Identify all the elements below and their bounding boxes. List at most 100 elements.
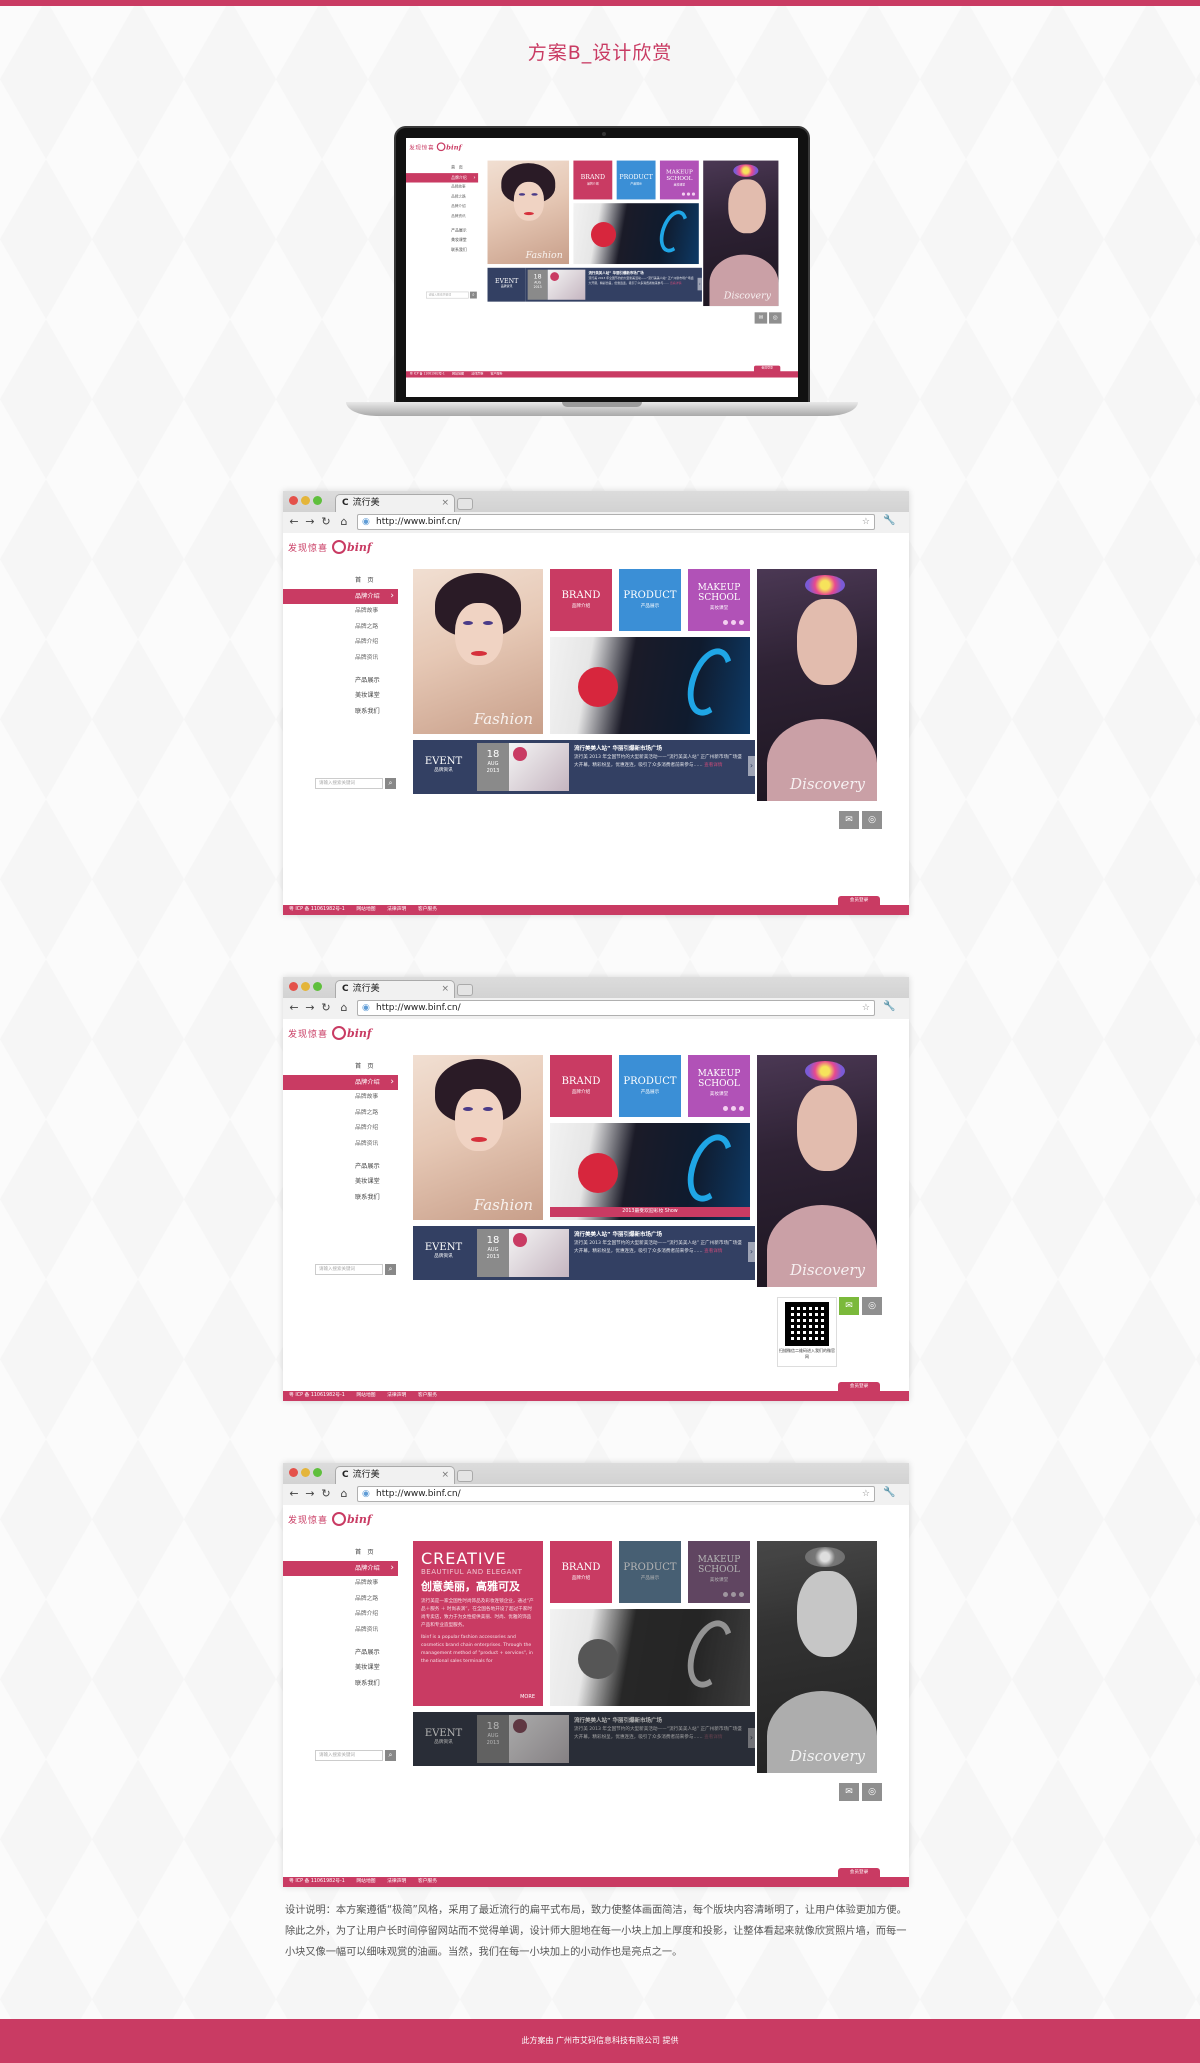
new-tab-button[interactable] (457, 984, 473, 996)
carousel-dots[interactable] (723, 1106, 744, 1111)
weibo-icon[interactable]: ◎ (769, 312, 782, 324)
weibo-icon[interactable]: ◎ (862, 1297, 882, 1315)
reload-icon[interactable]: ↻ (319, 515, 333, 528)
carousel-dots[interactable] (681, 192, 696, 196)
fashion-tile[interactable]: Fashion (413, 569, 543, 734)
back-icon[interactable]: ← (287, 1487, 301, 1500)
carousel-dots[interactable] (723, 1592, 744, 1597)
fashion-tile[interactable]: Fashion (487, 160, 570, 265)
sidebar-item[interactable]: 产品展示 (283, 673, 398, 689)
creative-more-link[interactable]: MORE (520, 1694, 535, 1700)
sidebar-item[interactable]: 品牌之路 (283, 1106, 398, 1122)
sidebar-item[interactable]: 品牌资讯 (283, 1137, 398, 1153)
news-more-link[interactable]: 查看详情 (704, 1735, 722, 1740)
zoom-dot-icon[interactable] (313, 496, 322, 505)
search-input[interactable]: 请输入搜索关键词 (315, 1750, 383, 1761)
forward-icon[interactable]: → (303, 515, 317, 528)
sidebar-item[interactable]: 品牌故事 (283, 1090, 398, 1106)
wrench-icon[interactable]: 🔧 (883, 515, 895, 526)
product-tile[interactable]: PRODUCT 产品展示 (619, 1541, 681, 1603)
sidebar-item[interactable]: 品牌之路 (406, 192, 478, 202)
search-input[interactable]: 请输入搜索关键词 (426, 291, 469, 299)
sidebar-item[interactable]: 联系我们 (283, 1676, 398, 1692)
sidebar-item[interactable]: 联系我们 (283, 704, 398, 720)
sidebar-item[interactable]: 品牌介绍 (283, 1607, 398, 1623)
star-icon[interactable]: ☆ (862, 515, 870, 530)
minimize-dot-icon[interactable] (301, 982, 310, 991)
wechat-icon[interactable]: ✉ (839, 811, 859, 829)
discovery-tile[interactable]: Discovery (757, 1055, 877, 1287)
forward-icon[interactable]: → (303, 1487, 317, 1500)
sidebar-item[interactable]: 品牌故事 (283, 1576, 398, 1592)
news-more-link[interactable]: 查看详情 (670, 282, 682, 285)
sidebar-item[interactable]: 品牌故事 (283, 604, 398, 620)
sidebar-item[interactable]: 首 页 (283, 1059, 398, 1075)
wechat-icon[interactable]: ✉ (839, 1783, 859, 1801)
sidebar-item[interactable]: 品牌介绍 (406, 202, 478, 212)
search-input[interactable]: 请输入搜索关键词 (315, 778, 383, 789)
sidebar-item[interactable]: 产品展示 (283, 1645, 398, 1661)
site-logo[interactable]: 发现惊喜 binf (409, 142, 462, 152)
news-tile[interactable]: 18 AUG 2013 流行美美人站” 华丽引爆新市场广场 流行美 2013 年全国… (474, 740, 755, 794)
browser-tab[interactable]: C 流行美 × (335, 494, 455, 512)
makeup-tile[interactable]: MAKEUP SCHOOL 美妆课堂 (659, 160, 699, 200)
minimize-dot-icon[interactable] (301, 1468, 310, 1477)
discovery-tile[interactable]: Discovery (757, 1541, 877, 1773)
news-more-link[interactable]: 查看详情 (704, 1249, 722, 1254)
reload-icon[interactable]: ↻ (319, 1487, 333, 1500)
service-link[interactable]: 客户服务 (418, 1393, 437, 1398)
sidebar-item[interactable]: 首 页 (406, 163, 478, 173)
wrench-icon[interactable]: 🔧 (883, 1001, 895, 1012)
site-logo[interactable]: 发现惊喜 binf (288, 1511, 372, 1527)
legal-link[interactable]: 法律声明 (387, 907, 406, 912)
sidebar-item[interactable]: 联系我们 (283, 1190, 398, 1206)
sitemap-link[interactable]: 网站地图 (356, 1393, 375, 1398)
feature-photo-tile[interactable] (550, 1609, 750, 1706)
search-icon[interactable]: ⌕ (385, 1264, 396, 1275)
close-dot-icon[interactable] (289, 1468, 298, 1477)
home-icon[interactable]: ⌂ (337, 1001, 351, 1014)
star-icon[interactable]: ☆ (862, 1487, 870, 1502)
sidebar-item[interactable]: 产品展示 (406, 226, 478, 236)
tab-close-icon[interactable]: × (441, 495, 449, 512)
sidebar-item[interactable]: 美妆课堂 (283, 1174, 398, 1190)
news-tile[interactable]: 18 AUG 2013 流行美美人站” 华丽引爆新市场广场 流行美 2013 年全国… (474, 1226, 755, 1280)
close-dot-icon[interactable] (289, 982, 298, 991)
event-tile[interactable]: EVENT 品牌资讯 (487, 267, 526, 302)
sidebar-item[interactable]: 产品展示 (283, 1159, 398, 1175)
close-dot-icon[interactable] (289, 496, 298, 505)
creative-tile[interactable]: CREATIVE BEAUTIFUL AND ELEGANT 创意美丽，高雅可及… (413, 1541, 543, 1706)
sidebar-item[interactable]: 品牌介绍 (283, 588, 398, 605)
home-icon[interactable]: ⌂ (337, 515, 351, 528)
sidebar-item[interactable]: 品牌介绍 (283, 635, 398, 651)
event-tile[interactable]: EVENT 品牌资讯 (413, 1712, 474, 1766)
back-icon[interactable]: ← (287, 1001, 301, 1014)
product-tile[interactable]: PRODUCT 产品展示 (616, 160, 656, 200)
star-icon[interactable]: ☆ (862, 1001, 870, 1016)
search-icon[interactable]: ⌕ (385, 1750, 396, 1761)
feature-photo-tile[interactable] (550, 637, 750, 734)
event-tile[interactable]: EVENT 品牌资讯 (413, 740, 474, 794)
sidebar-item[interactable]: 品牌介绍 (283, 1074, 398, 1091)
sitemap-link[interactable]: 网站地图 (356, 1879, 375, 1884)
news-more-link[interactable]: 查看详情 (704, 763, 722, 768)
product-tile[interactable]: PRODUCT 产品展示 (619, 1055, 681, 1117)
site-logo[interactable]: 发现惊喜 binf (288, 1025, 372, 1041)
brand-tile[interactable]: BRAND 品牌介绍 (550, 569, 612, 631)
sidebar-item[interactable]: 品牌资讯 (283, 1623, 398, 1639)
makeup-tile[interactable]: MAKEUP SCHOOL 美妆课堂 (688, 1055, 750, 1117)
legal-link[interactable]: 法律声明 (387, 1879, 406, 1884)
legal-link[interactable]: 法律声明 (387, 1393, 406, 1398)
feature-photo-tile[interactable] (573, 203, 699, 265)
zoom-dot-icon[interactable] (313, 1468, 322, 1477)
service-link[interactable]: 客户服务 (418, 907, 437, 912)
tab-close-icon[interactable]: × (441, 1467, 449, 1484)
search-input[interactable]: 请输入搜索关键词 (315, 1264, 383, 1275)
fashion-tile[interactable]: Fashion (413, 1055, 543, 1220)
sidebar-item[interactable]: 美妆课堂 (406, 235, 478, 245)
sidebar-item[interactable]: 品牌介绍 (283, 1560, 398, 1577)
home-icon[interactable]: ⌂ (337, 1487, 351, 1500)
weibo-icon[interactable]: ◎ (862, 1783, 882, 1801)
carousel-dots[interactable] (723, 620, 744, 625)
brand-tile[interactable]: BRAND 品牌介绍 (573, 160, 613, 200)
